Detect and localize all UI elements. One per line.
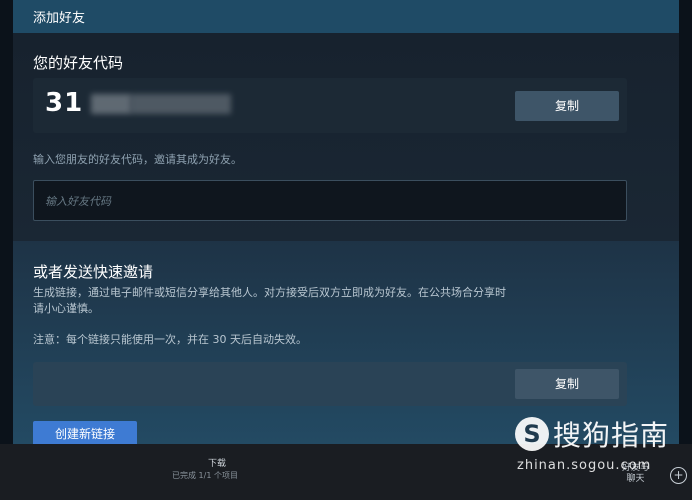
- friend-code-heading: 您的好友代码: [33, 54, 124, 72]
- quick-invite-heading: 或者发送快速邀请: [33, 263, 154, 281]
- copy-code-button[interactable]: 复制: [515, 91, 619, 121]
- dialog-header: 添加好友: [13, 0, 679, 33]
- friend-code-hint: 输入您朋友的好友代码，邀请其成为好友。: [33, 153, 242, 166]
- quick-invite-description-line1: 生成链接，通过电子邮件或短信分享给其他人。对方接受后双方立即成为好友。在公共场合…: [33, 286, 506, 299]
- watermark-url: zhinan.sogou.com: [517, 458, 652, 473]
- quick-invite-description-line2: 请小心谨慎。: [33, 302, 99, 315]
- add-friend-dialog: 添加好友 您的好友代码 31 复制 输入您朋友的好友代码，邀请其成为好友。 输入…: [13, 0, 679, 444]
- friend-code-value: 31: [45, 88, 84, 118]
- dialog-title: 添加好友: [33, 11, 86, 26]
- friends-chat-label-line2: 聊天: [626, 474, 645, 484]
- downloads-label[interactable]: 下载: [208, 456, 226, 469]
- friend-code-box: 31 复制: [33, 78, 627, 133]
- watermark-brand: 搜狗指南: [553, 419, 670, 452]
- downloads-status: 已完成 1/1 个项目: [172, 471, 238, 480]
- friend-code-redaction: [131, 94, 231, 114]
- watermark-logo-icon: S: [515, 417, 549, 451]
- add-chat-plus-icon[interactable]: +: [670, 467, 687, 484]
- friend-code-redaction: [91, 94, 131, 114]
- create-new-link-button[interactable]: 创建新链接: [33, 421, 137, 444]
- link-expiry-note: 注意：每个链接只能使用一次，并在 30 天后自动失效。: [33, 333, 307, 346]
- friend-code-input-placeholder: 输入好友代码: [45, 195, 111, 208]
- left-backdrop: [0, 0, 13, 444]
- right-backdrop: [679, 0, 692, 444]
- copy-link-button[interactable]: 复制: [515, 369, 619, 399]
- friend-code-input[interactable]: 输入好友代码: [33, 180, 627, 221]
- invite-link-box: 复制: [33, 362, 627, 406]
